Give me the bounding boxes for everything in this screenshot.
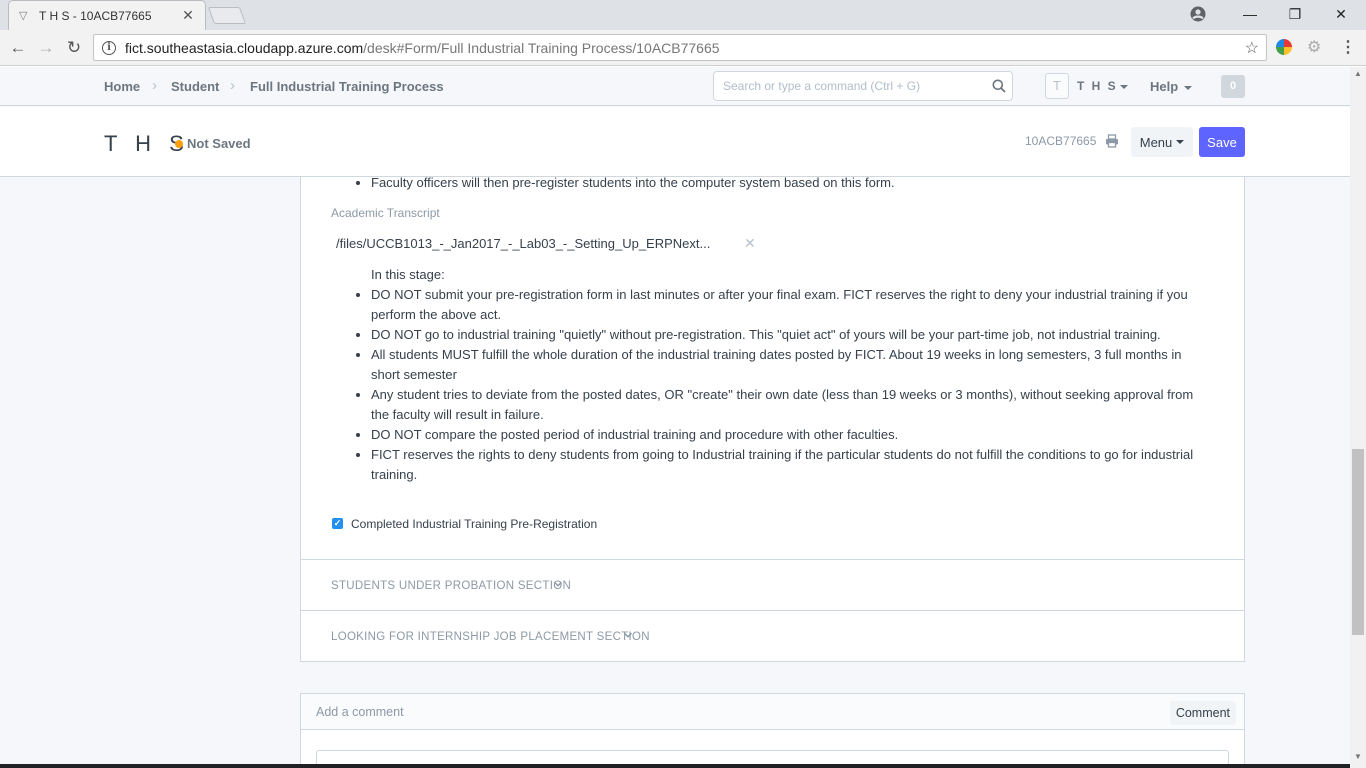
menu-label: Menu [1139, 134, 1173, 150]
back-button[interactable]: ← [6, 36, 30, 60]
chevron-down-icon [623, 632, 633, 638]
window-bottom-edge [0, 764, 1350, 768]
extension-icon[interactable] [1276, 39, 1292, 55]
bookmark-star-icon[interactable]: ☆ [1245, 38, 1259, 58]
tab-close-icon[interactable]: ✕ [181, 7, 195, 24]
menu-button[interactable]: Menu [1131, 127, 1193, 157]
stage-rules-list: DO NOT submit your pre-registration form… [371, 285, 1213, 485]
info-icon[interactable]: i [102, 40, 116, 55]
app-navbar: Home › Student › Full Industrial Trainin… [0, 67, 1350, 106]
save-button[interactable]: Save [1199, 127, 1245, 157]
section-internship-placement[interactable]: LOOKING FOR INTERNSHIP JOB PLACEMENT SEC… [301, 610, 1244, 661]
checkbox-label[interactable]: Completed Industrial Training Pre-Regist… [351, 517, 597, 531]
avatar[interactable]: T [1045, 73, 1069, 99]
url-host: fict.southeastasia.cloudapp.azure.com [125, 39, 364, 56]
minimize-button[interactable]: — [1227, 0, 1273, 28]
chevron-down-icon [553, 581, 563, 587]
extension-gear-icon[interactable]: ⚙ [1307, 39, 1324, 56]
browser-tab-bar: ▽ T H S - 10ACB77665 ✕ — ❐ ✕ [0, 0, 1366, 30]
user-menu[interactable]: T H S [1077, 79, 1128, 93]
list-item: DO NOT submit your pre-registration form… [371, 285, 1213, 325]
list-item: Faculty officers will then pre-register … [371, 173, 895, 193]
comment-button[interactable]: Comment [1169, 701, 1236, 725]
form-card: Faculty officers will then pre-register … [300, 175, 1245, 662]
print-icon[interactable] [1105, 134, 1119, 148]
browser-menu-icon[interactable]: ⋮ [1340, 37, 1356, 59]
caret-down-icon [1119, 84, 1128, 89]
forward-button[interactable]: → [34, 36, 58, 60]
comment-header: Add a comment Comment [301, 694, 1244, 730]
stage-intro: In this stage: [371, 267, 445, 282]
scroll-down-arrow-icon[interactable]: ▼ [1350, 752, 1366, 764]
help-menu[interactable]: Help [1150, 79, 1192, 94]
search-icon[interactable] [992, 79, 1006, 93]
url-path: /desk#Form/Full Industrial Training Proc… [363, 39, 720, 56]
breadcrumb-doctype[interactable]: Full Industrial Training Process [250, 79, 444, 94]
close-window-button[interactable]: ✕ [1318, 0, 1364, 28]
new-tab-button[interactable] [207, 7, 247, 24]
help-label: Help [1150, 79, 1179, 94]
status-indicator-dot [175, 140, 183, 148]
status-label: Not Saved [187, 136, 251, 151]
browser-toolbar: ← → ↻ i fict.southeastasia.cloudapp.azur… [0, 30, 1366, 66]
scrollbar-thumb[interactable] [1352, 449, 1364, 635]
search-input[interactable] [714, 72, 974, 100]
comment-section: Add a comment Comment [300, 693, 1245, 768]
restore-button[interactable]: ❐ [1272, 0, 1318, 28]
section-title: STUDENTS UNDER PROBATION SECTION [331, 580, 572, 592]
scroll-up-arrow-icon[interactable]: ▲ [1350, 69, 1366, 81]
section-probation[interactable]: STUDENTS UNDER PROBATION SECTION [301, 559, 1244, 610]
caret-down-icon [1183, 85, 1192, 90]
user-name-label: T H S [1077, 79, 1118, 93]
breadcrumb-home[interactable]: Home [104, 79, 140, 94]
caret-down-icon [1176, 140, 1185, 144]
info-list: Faculty officers will then pre-register … [371, 173, 895, 193]
address-bar[interactable]: i fict.southeastasia.cloudapp.azure.com/… [93, 34, 1267, 61]
document-id: 10ACB77665 [1025, 134, 1097, 148]
page: Home › Student › Full Industrial Trainin… [0, 67, 1350, 768]
list-item: DO NOT compare the posted period of indu… [371, 425, 1213, 445]
list-item: DO NOT go to industrial training "quietl… [371, 325, 1213, 345]
awesome-bar [713, 71, 1013, 101]
remove-attachment-icon[interactable]: ✕ [744, 235, 756, 252]
browser-tab[interactable]: ▽ T H S - 10ACB77665 ✕ [8, 0, 206, 30]
favicon-icon: ▽ [19, 9, 28, 22]
notification-badge[interactable]: 0 [1221, 75, 1245, 98]
comment-title: Add a comment [316, 705, 404, 719]
section-title: LOOKING FOR INTERNSHIP JOB PLACEMENT SEC… [331, 631, 650, 643]
breadcrumb-student[interactable]: Student [171, 79, 219, 94]
breadcrumb-separator-icon: › [230, 77, 235, 94]
page-head: T H S Not Saved 10ACB77665 Menu Save [0, 107, 1350, 177]
list-item: All students MUST fulfill the whole dura… [371, 345, 1213, 385]
completed-preregistration-checkbox[interactable]: ✓ [332, 518, 343, 529]
reload-button[interactable]: ↻ [62, 36, 86, 60]
list-item: Any student tries to deviate from the po… [371, 385, 1213, 425]
attachment-link[interactable]: /files/UCCB1013_-_Jan2017_-_Lab03_-_Sett… [336, 236, 710, 251]
tab-title: T H S - 10ACB77665 [39, 8, 152, 23]
url-text: fict.southeastasia.cloudapp.azure.com/de… [125, 40, 1245, 56]
breadcrumb-separator-icon: › [152, 77, 157, 94]
profile-icon[interactable] [1190, 6, 1206, 22]
attachment-field-label: Academic Transcript [331, 206, 440, 220]
page-scrollbar[interactable]: ▲ ▼ [1350, 67, 1366, 768]
list-item: FICT reserves the rights to deny student… [371, 445, 1213, 485]
